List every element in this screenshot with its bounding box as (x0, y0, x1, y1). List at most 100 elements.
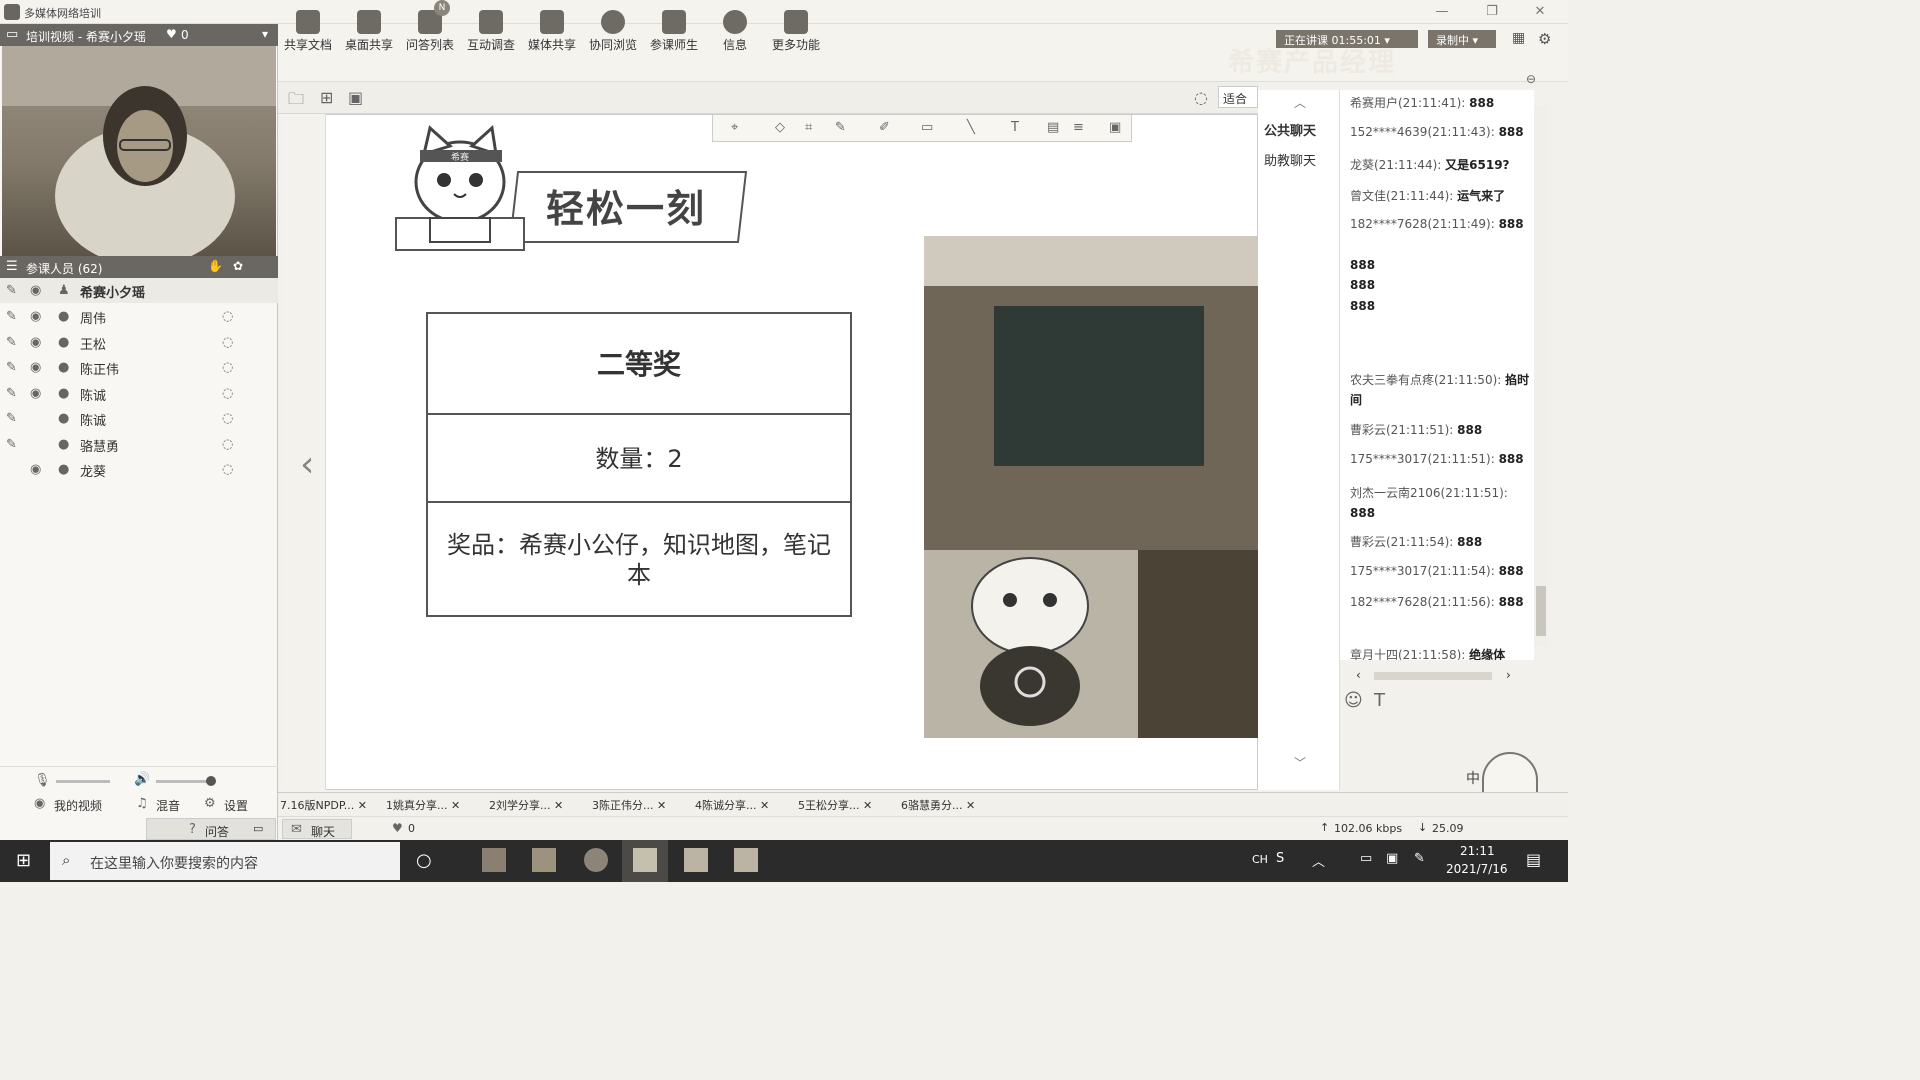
highlighter-icon[interactable]: ✐ (879, 120, 890, 135)
record-button[interactable]: 录制中 ▾ (1428, 30, 1496, 48)
tray-expand-icon[interactable]: ︿ (1312, 851, 1325, 870)
app-icon-c[interactable] (684, 848, 708, 872)
sogou-icon[interactable]: S (1276, 851, 1284, 866)
input-language[interactable]: CH (1252, 853, 1268, 866)
toolbar-media-share[interactable]: 媒体共享 (522, 4, 582, 54)
pen-tray-icon[interactable]: ✎ (1414, 851, 1425, 866)
scroll-down-icon[interactable]: ﹀ (1294, 754, 1306, 771)
camera-icon[interactable]: ◉ (30, 283, 41, 298)
clock-time[interactable]: 21:11 (1460, 844, 1495, 858)
pen-icon[interactable]: ✎ (6, 386, 17, 401)
toolbar-attendees[interactable]: 参课师生 (644, 4, 704, 54)
toolbar-cobrowse[interactable]: 协同浏览 (583, 4, 643, 54)
public-chat-tab[interactable]: 公共聊天 (1264, 120, 1316, 139)
mic-volume-slider[interactable] (56, 780, 110, 783)
taskbar-search-box[interactable]: ⌕ 在这里输入你要搜索的内容 (50, 842, 400, 880)
taskbar-active-app[interactable] (622, 840, 668, 882)
scroll-right-icon[interactable]: › (1506, 668, 1511, 682)
close-button[interactable]: ✕ (1528, 2, 1552, 22)
pen-icon[interactable]: ✎ (6, 360, 17, 375)
scroll-up-icon[interactable]: ︿ (1294, 94, 1306, 111)
pen-icon[interactable]: ✎ (6, 411, 17, 426)
refresh-icon[interactable]: ◌ (1194, 88, 1208, 107)
camera-icon[interactable]: ◉ (30, 462, 41, 477)
speaker-volume-slider[interactable] (156, 776, 216, 786)
slider-handle[interactable] (206, 776, 216, 786)
add-document-icon[interactable]: ⊞ (320, 88, 333, 107)
toolbar-share-doc[interactable]: 共享文档 (278, 4, 338, 54)
toolbar-desktop-share[interactable]: 桌面共享 (339, 4, 399, 54)
cortana-icon[interactable]: ○ (416, 850, 432, 871)
chat-bubble-icon[interactable]: ◌ (222, 335, 233, 350)
chat-bubble-icon[interactable]: ◌ (222, 437, 233, 452)
speaker-icon[interactable]: 🔊 (134, 772, 150, 787)
chat-scroll-thumb[interactable] (1536, 586, 1546, 636)
close-tab-icon[interactable]: ✕ (760, 799, 769, 812)
doc-tab[interactable]: 7.16版NPDP... ✕ (280, 797, 367, 813)
chat-hscroll[interactable]: ‹ › (1352, 668, 1522, 684)
close-tab-icon[interactable]: ✕ (554, 799, 563, 812)
close-tab-icon[interactable]: ✕ (451, 799, 460, 812)
toolbar-qa-list[interactable]: N 问答列表 (400, 0, 460, 54)
app-icon-c2[interactable] (734, 848, 758, 872)
microphone-icon[interactable]: 🎙 (34, 773, 51, 788)
participant-row[interactable]: ◉ ● 龙葵 ◌ (0, 457, 278, 482)
emoji-icon[interactable]: ☺ (1344, 690, 1363, 711)
participant-row[interactable]: ✎ ● 骆慧勇 ◌ (0, 432, 278, 457)
chat-bubble-icon[interactable]: ◌ (222, 309, 233, 324)
my-video-button[interactable]: 我的视频 (54, 797, 102, 814)
crop-icon[interactable]: ⌗ (805, 120, 812, 135)
pen-icon[interactable]: ✎ (6, 309, 17, 324)
chat-tab[interactable]: ✉ 聊天 (282, 819, 352, 839)
rectangle-icon[interactable]: ▭ (921, 120, 933, 135)
raise-hand-icon[interactable]: ✋ (208, 259, 223, 273)
participant-host-row[interactable]: ✎ ◉ ♟ 希赛小夕瑶 (0, 278, 278, 303)
participant-row[interactable]: ✎ ◉ ● 王松 ◌ (0, 330, 278, 355)
lines-icon[interactable]: ≡ (1073, 120, 1084, 135)
chat-bubble-icon[interactable]: ◌ (222, 386, 233, 401)
close-tab-icon[interactable]: ✕ (966, 799, 975, 812)
prev-slide-arrow-icon[interactable]: ‹ (300, 444, 314, 485)
browser-icon[interactable] (584, 848, 608, 872)
doc-tab[interactable]: 2刘学分享... ✕ (489, 797, 563, 813)
camera-icon[interactable]: ◉ (30, 386, 41, 401)
collapse-icon[interactable]: ⊖ (1526, 72, 1536, 86)
qa-tab[interactable]: ? 问答 ▭ (146, 818, 276, 840)
doc-tab[interactable]: 6骆慧勇分... ✕ (901, 797, 975, 813)
chat-hscroll-thumb[interactable] (1374, 672, 1492, 680)
screenshot-icon[interactable]: ▣ (348, 88, 363, 107)
ime-indicator[interactable]: 中 (1466, 768, 1480, 788)
chat-bubble-icon[interactable]: ◌ (222, 462, 233, 477)
network-icon[interactable]: ▣ (1386, 851, 1398, 866)
save-icon[interactable]: ▣ (1109, 120, 1121, 135)
chat-bubble-icon[interactable]: ◌ (222, 360, 233, 375)
camera-icon[interactable]: ◉ (30, 335, 41, 350)
notification-icon[interactable]: ▤ (1526, 850, 1541, 869)
minimize-icon[interactable]: ▭ (253, 822, 263, 835)
font-icon[interactable]: T (1374, 690, 1385, 711)
windows-start-icon[interactable]: ⊞ (16, 850, 31, 871)
chat-scrollbar[interactable] (1534, 106, 1548, 646)
folder-icon[interactable]: 🗀 (288, 88, 304, 115)
camera-icon[interactable]: ◉ (30, 360, 41, 375)
powerpoint-icon[interactable] (482, 848, 506, 872)
settings-icon[interactable]: ✿ (233, 259, 243, 273)
scroll-left-icon[interactable]: ‹ (1356, 668, 1361, 682)
zoom-fit-select[interactable]: 适合 (1218, 86, 1258, 108)
participant-row[interactable]: ✎ ◉ ● 陈诚 ◌ (0, 381, 278, 406)
layout-icon[interactable]: ▦ (1512, 30, 1525, 46)
clock-date[interactable]: 2021/7/16 (1446, 862, 1508, 876)
pen-icon[interactable]: ✎ (835, 120, 846, 135)
close-tab-icon[interactable]: ✕ (657, 799, 666, 812)
toolbar-info[interactable]: 信息 (705, 4, 765, 54)
chat-bubble-icon[interactable]: ◌ (222, 411, 233, 426)
participant-row[interactable]: ✎ ◉ ● 陈正伟 ◌ (0, 355, 278, 380)
line-icon[interactable]: ╲ (967, 120, 975, 135)
pen-icon[interactable]: ✎ (6, 437, 17, 452)
close-tab-icon[interactable]: ✕ (358, 799, 367, 812)
assistant-chat-tab[interactable]: 助教聊天 (1264, 150, 1316, 169)
restore-button[interactable]: ❐ (1480, 2, 1504, 22)
text-icon[interactable]: T (1011, 120, 1019, 135)
settings-button[interactable]: 设置 (224, 797, 248, 814)
participant-row[interactable]: ✎ ◉ ● 周伟 ◌ (0, 304, 278, 329)
